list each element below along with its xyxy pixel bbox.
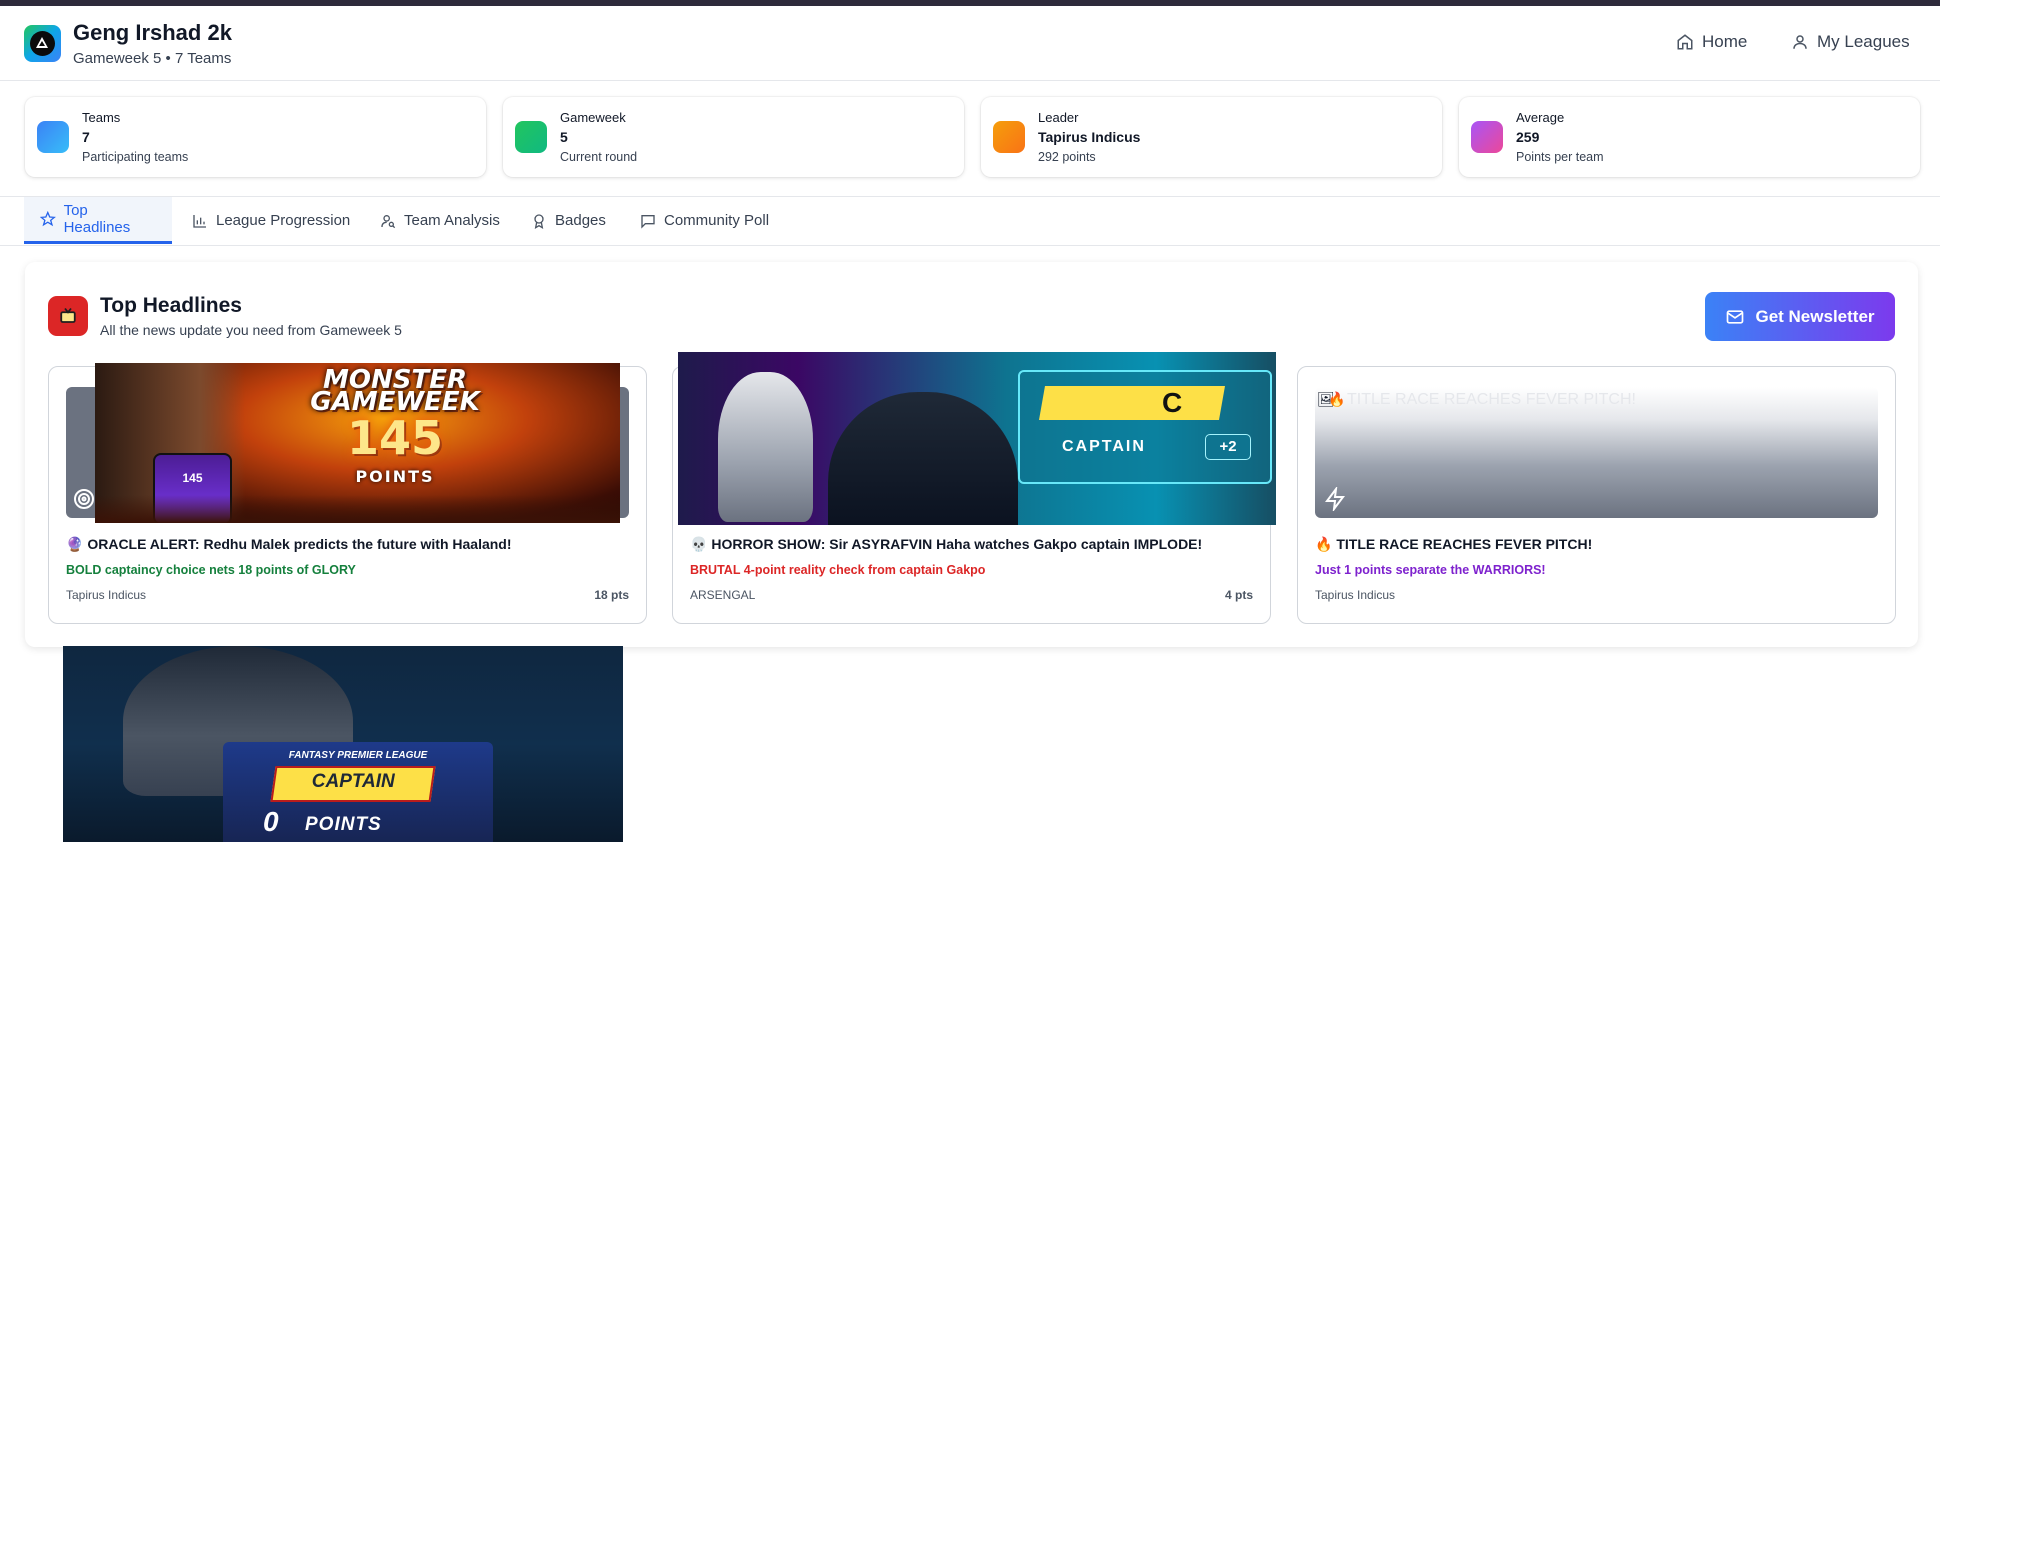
skull-icon: 💀 [690, 536, 708, 552]
zap-icon [1325, 487, 1345, 511]
captain-panel: C CAPTAIN +2 [1018, 370, 1272, 484]
stat-label: Leader [1038, 110, 1079, 125]
tab-badges[interactable]: Badges [515, 197, 622, 244]
stat-card-gameweek: Gameweek 5 Current round [503, 97, 964, 177]
card-subheadline: BOLD captaincy choice nets 18 points of … [66, 563, 356, 577]
crystal-ball-icon: 🔮 [66, 536, 84, 552]
stat-label: Teams [82, 110, 121, 125]
captain-plus-badge: +2 [1205, 434, 1251, 460]
mail-icon [1727, 309, 1744, 324]
stat-label: Gameweek [560, 110, 626, 125]
league-title: Geng Irshad 2k [73, 20, 232, 45]
card-author: ARSENGAL [690, 588, 756, 602]
tab-bar: Top Headlines League Progression Team An… [0, 196, 1940, 246]
fpl-label: FANTASY PREMIER LEAGUE [288, 750, 428, 761]
gameweek-icon [515, 121, 547, 153]
stat-value: 5 [560, 129, 568, 145]
tab-league-progression[interactable]: League Progression [176, 197, 366, 244]
tab-team-analysis[interactable]: Team Analysis [364, 197, 516, 244]
bar-chart-icon [193, 214, 206, 228]
monster-heading: MONSTER GAMEWEEK [310, 365, 480, 417]
app-logo[interactable] [24, 25, 61, 62]
captain-zero-points-image: FANTASY PREMIER LEAGUE CAPTAIN 0 POINTS [63, 646, 623, 842]
newsletter-label: Get Newsletter [1755, 306, 1875, 326]
captain-c-badge: C [1162, 387, 1183, 418]
stat-caption: Points per team [1516, 150, 1604, 164]
app-header: Geng Irshad 2k Gameweek 5 • 7 Teams Home… [0, 6, 1940, 81]
stat-card-average: Average 259 Points per team [1459, 97, 1920, 177]
points-word: POINTS [305, 814, 382, 835]
card-points: 18 pts [594, 588, 629, 602]
card-author: Tapirus Indicus [1315, 588, 1396, 602]
panel-subtitle: All the news update you need from Gamewe… [100, 322, 402, 338]
tab-label: Badges [555, 212, 606, 229]
card-subheadline: BRUTAL 4-point reality check from captai… [690, 563, 986, 577]
award-icon [534, 213, 544, 229]
stat-card-teams: Teams 7 Participating teams [25, 97, 486, 177]
home-icon [1677, 34, 1693, 50]
league-subtitle: Gameweek 5 • 7 Teams [73, 50, 232, 67]
zero-number: 0 [263, 806, 279, 837]
tab-label: League Progression [216, 212, 351, 229]
broken-image-alt: TITLE RACE REACHES FEVER PITCH! [1347, 391, 1636, 408]
nav-my-leagues-link[interactable]: My Leagues [1791, 32, 1910, 52]
captain-label: CAPTAIN [1062, 438, 1146, 455]
tab-label: Top Headlines [63, 202, 131, 236]
tv-icon [48, 296, 88, 336]
tab-top-headlines[interactable]: Top Headlines [24, 197, 172, 244]
stat-caption: Current round [560, 150, 638, 164]
stat-value: 7 [82, 129, 90, 145]
fire-icon: 🔥 [1328, 391, 1346, 407]
monster-number: 145 [346, 411, 444, 465]
user-analysis-icon [381, 214, 396, 228]
card-headline: 🔥 TITLE RACE REACHES FEVER PITCH! [1315, 536, 1593, 552]
captain-trophy-image: C CAPTAIN +2 [678, 352, 1276, 525]
tab-label: Community Poll [664, 212, 770, 229]
stat-value: Tapirus Indicus [1038, 129, 1141, 145]
stat-label: Average [1516, 110, 1565, 125]
card-image-broken: 🖼 🔥 TITLE RACE REACHES FEVER PITCH! [1315, 387, 1878, 518]
player-silhouette [828, 392, 1018, 525]
trophy-shape [718, 372, 813, 522]
teams-icon [37, 121, 69, 153]
card-headline: 🔮 ORACLE ALERT: Redhu Malek predicts the… [66, 536, 512, 552]
stat-value: 259 [1516, 129, 1540, 145]
tab-community-poll[interactable]: Community Poll [624, 197, 785, 244]
average-icon [1471, 121, 1503, 153]
monster-gameweek-image: 145 MONSTER GAMEWEEK 145 POINTS [95, 363, 620, 523]
panel-title: Top Headlines [100, 294, 242, 317]
nav-home-link[interactable]: Home [1676, 32, 1747, 52]
card-headline: 💀 HORROR SHOW: Sir ASYRAFVIN Haha watche… [690, 536, 1203, 552]
stat-caption: 292 points [1038, 150, 1096, 164]
tab-label: Team Analysis [404, 212, 500, 229]
get-newsletter-button[interactable]: Get Newsletter [1705, 292, 1895, 341]
target-icon [74, 489, 94, 509]
card-author: Tapirus Indicus [66, 588, 147, 602]
message-square-icon [641, 214, 655, 229]
phone-points: 145 [182, 471, 203, 485]
card-subheadline: Just 1 points separate the WARRIORS! [1315, 563, 1546, 577]
trophy-icon [993, 121, 1025, 153]
fire-icon: 🔥 [1315, 536, 1333, 552]
nav-my-leagues-label: My Leagues [1817, 32, 1910, 51]
user-icon [1793, 35, 1807, 49]
nav-home-label: Home [1702, 32, 1748, 51]
news-card-title-race[interactable]: 🖼 🔥 TITLE RACE REACHES FEVER PITCH! 🔥 TI… [1297, 366, 1896, 624]
stat-card-leader: Leader Tapirus Indicus 292 points [981, 97, 1442, 177]
monster-caption: POINTS [355, 467, 435, 486]
laptop-screen: FANTASY PREMIER LEAGUE CAPTAIN 0 POINTS [223, 742, 493, 842]
stat-caption: Participating teams [82, 150, 189, 164]
star-icon [40, 211, 56, 227]
card-points: 4 pts [1224, 588, 1253, 602]
captain-word: CAPTAIN [311, 771, 395, 792]
